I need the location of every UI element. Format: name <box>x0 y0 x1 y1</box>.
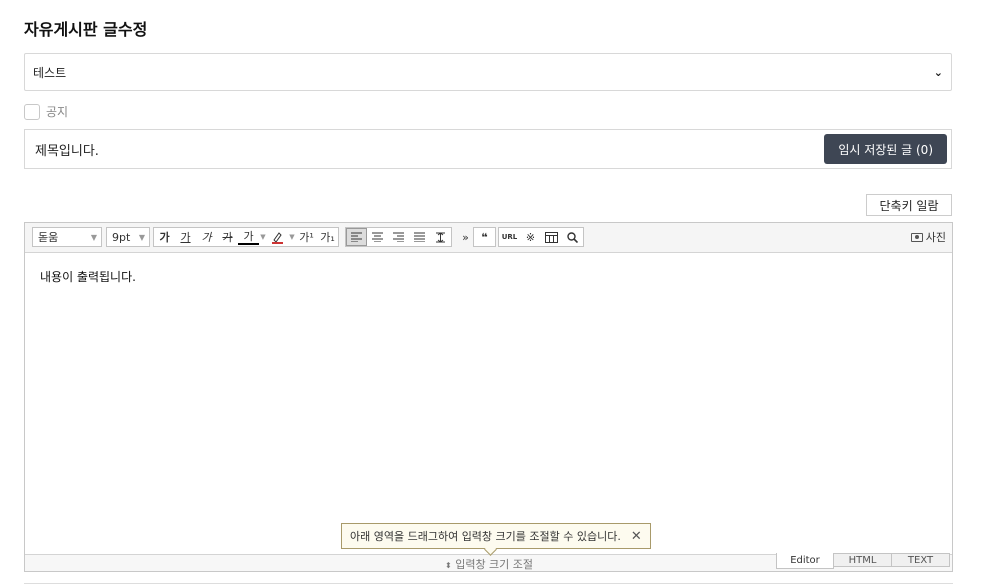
board-select[interactable]: 테스트 ⌄ <box>24 53 952 91</box>
resize-arrows-icon: ⬍ <box>445 561 452 570</box>
tab-text[interactable]: TEXT <box>892 553 950 567</box>
highlighter-icon <box>272 231 283 244</box>
resize-handle[interactable]: ⬍ 입력창 크기 조절 Editor HTML TEXT <box>25 553 952 572</box>
align-center-icon <box>372 232 383 242</box>
table-icon[interactable] <box>541 228 562 246</box>
notice-label: 공지 <box>46 105 69 119</box>
align-right-icon <box>393 232 404 242</box>
line-height-icon[interactable] <box>430 228 451 246</box>
highlight-color-button[interactable] <box>267 228 288 246</box>
chevron-down-icon: ⌄ <box>933 65 943 79</box>
notice-checkbox[interactable] <box>24 103 40 120</box>
resize-tooltip: 아래 영역을 드래그하여 입력창 크기를 조절할 수 있습니다. ✕ <box>341 523 651 549</box>
title-input[interactable]: 제목입니다. 임시 저장된 글 (0) <box>24 129 952 169</box>
close-icon[interactable]: ✕ <box>631 529 642 544</box>
camera-icon <box>910 232 923 242</box>
quote-icon[interactable]: ❝ <box>474 228 495 246</box>
font-size-value: 9pt <box>112 230 131 244</box>
search-icon[interactable] <box>562 228 583 246</box>
resize-label-text: 입력창 크기 조절 <box>455 558 534 571</box>
align-left-icon <box>351 232 362 242</box>
align-left-icon[interactable] <box>346 228 367 246</box>
strikethrough-button[interactable]: 가 <box>217 228 238 246</box>
editor-toolbar: 돋움 ▼ 9pt ▼ 가 가 가 가 가 ▼ ▼ 가¹ 가₁ » ❝ URL ※… <box>25 223 952 253</box>
table-icon <box>545 231 558 243</box>
resize-label: ⬍ 입력창 크기 조절 <box>445 556 533 572</box>
font-color-dropdown-icon[interactable]: ▼ <box>259 228 267 246</box>
temp-saved-button[interactable]: 임시 저장된 글 (0) <box>824 134 947 164</box>
board-select-value: 테스트 <box>33 65 67 80</box>
editor-mode-tabs: Editor HTML TEXT <box>776 553 950 569</box>
line-height-icon <box>436 231 445 243</box>
dropdown-arrow-icon: ▼ <box>138 232 145 242</box>
bold-button[interactable]: 가 <box>154 228 175 246</box>
tab-editor[interactable]: Editor <box>776 553 834 569</box>
align-justify-icon <box>414 232 425 242</box>
subscript-button[interactable]: 가₁ <box>317 228 338 246</box>
align-center-icon[interactable] <box>367 228 388 246</box>
search-icon <box>567 231 578 243</box>
title-input-value: 제목입니다. <box>35 143 99 159</box>
special-char-button[interactable]: ※ <box>520 228 541 246</box>
insert-group: URL ※ <box>498 227 584 247</box>
dropdown-arrow-icon: ▼ <box>90 232 97 242</box>
rich-text-editor: 돋움 ▼ 9pt ▼ 가 가 가 가 가 ▼ ▼ 가¹ 가₁ » ❝ URL ※… <box>24 222 953 572</box>
font-family-select[interactable]: 돋움 ▼ <box>32 227 102 247</box>
resize-tooltip-text: 아래 영역을 드래그하여 입력창 크기를 조절할 수 있습니다. <box>350 530 621 543</box>
font-family-value: 돋움 <box>38 231 59 244</box>
underline-button[interactable]: 가 <box>175 228 196 246</box>
tab-html[interactable]: HTML <box>834 553 892 567</box>
divider <box>24 583 953 584</box>
photo-upload-button[interactable]: 사진 <box>910 229 946 245</box>
notice-checkbox-row[interactable]: 공지 <box>24 103 68 120</box>
font-color-button[interactable]: 가 <box>238 229 259 245</box>
align-right-icon[interactable] <box>388 228 409 246</box>
italic-button[interactable]: 가 <box>196 228 217 246</box>
photo-label: 사진 <box>925 231 946 244</box>
quote-group: ❝ <box>473 227 496 247</box>
url-link-button[interactable]: URL <box>499 228 520 246</box>
superscript-button[interactable]: 가¹ <box>296 228 317 246</box>
font-size-select[interactable]: 9pt ▼ <box>106 227 150 247</box>
editor-content[interactable]: 내용이 출력됩니다. <box>40 268 136 285</box>
highlight-dropdown-icon[interactable]: ▼ <box>288 228 296 246</box>
align-justify-icon[interactable] <box>409 228 430 246</box>
alignment-group <box>345 227 452 247</box>
text-style-group: 가 가 가 가 가 ▼ ▼ 가¹ 가₁ <box>153 227 339 247</box>
shortcut-list-button[interactable]: 단축키 일람 <box>866 194 952 216</box>
page-title: 자유게시판 글수정 <box>24 20 148 39</box>
